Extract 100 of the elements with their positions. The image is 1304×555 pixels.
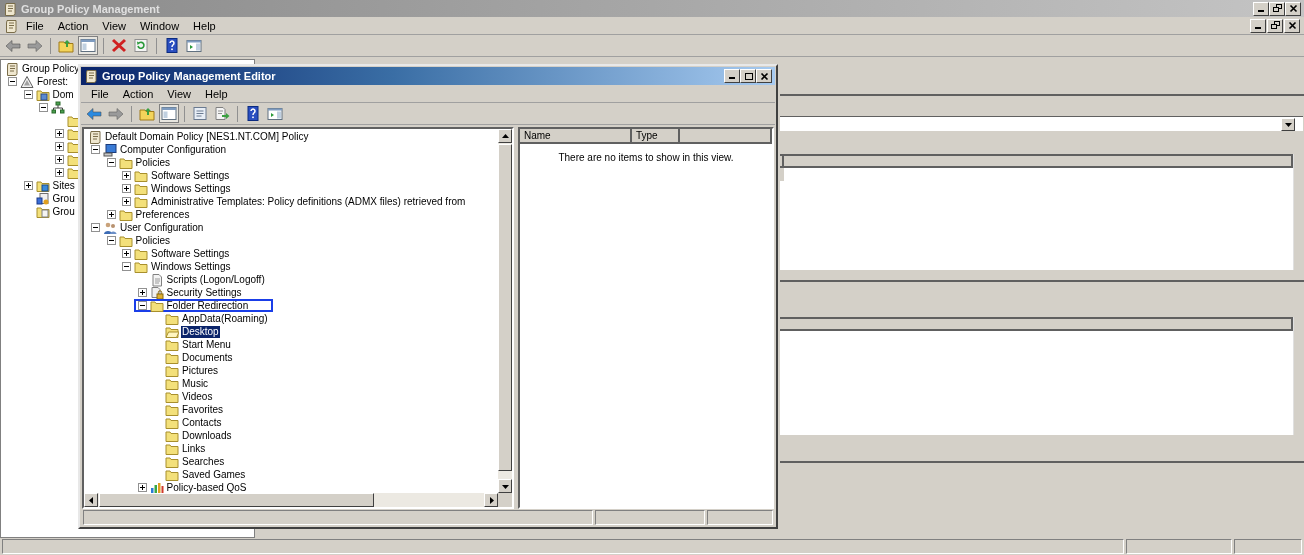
tree-item-label[interactable]: User Configuration bbox=[119, 221, 205, 234]
tree-row[interactable]: Windows Settings bbox=[118, 260, 256, 273]
tree-expander[interactable] bbox=[54, 129, 64, 138]
tree-item-label[interactable]: Computer Configuration bbox=[119, 143, 228, 156]
tree-row[interactable]: Security Settings bbox=[133, 286, 267, 299]
tree-button[interactable] bbox=[159, 104, 179, 123]
menu-item[interactable]: Window bbox=[133, 19, 186, 32]
tree-row[interactable]: Music bbox=[149, 377, 234, 390]
tree-row[interactable]: Links bbox=[149, 442, 231, 455]
tree-expander[interactable] bbox=[137, 301, 147, 310]
tree-item-label[interactable]: Sites bbox=[51, 179, 76, 192]
tree-row[interactable]: Windows Settings bbox=[118, 182, 256, 195]
tree-button[interactable] bbox=[78, 36, 98, 55]
tree-item-label[interactable]: AppData(Roaming) bbox=[181, 312, 269, 325]
column-header[interactable]: Name bbox=[520, 129, 632, 142]
tree-row[interactable]: Computer Configuration bbox=[87, 143, 252, 156]
menu-item[interactable]: View bbox=[96, 19, 132, 32]
tree-item-label[interactable]: Forest: bbox=[36, 75, 70, 88]
tree-item-label[interactable]: Dom bbox=[51, 88, 75, 101]
minimize-button[interactable] bbox=[1250, 18, 1266, 33]
tree-row[interactable]: Software Settings bbox=[118, 169, 255, 182]
tree-expander[interactable] bbox=[106, 236, 116, 245]
tree-row[interactable]: Policies bbox=[102, 156, 195, 169]
tree-expander[interactable] bbox=[106, 210, 116, 219]
tree-item-label[interactable]: Windows Settings bbox=[150, 260, 232, 273]
tree-item-label[interactable]: Policy-based QoS bbox=[165, 481, 248, 493]
maximize-button[interactable] bbox=[740, 69, 756, 83]
tree-expander[interactable] bbox=[137, 288, 147, 297]
vertical-scrollbar[interactable] bbox=[498, 129, 512, 493]
tree-item-label[interactable]: Grou bbox=[51, 205, 76, 218]
tree-expander[interactable] bbox=[122, 262, 131, 271]
column-header[interactable]: Type bbox=[632, 129, 680, 142]
menu-item[interactable]: Action bbox=[116, 87, 160, 100]
tree-expander[interactable] bbox=[8, 77, 17, 86]
tree-item-label[interactable]: Policies bbox=[134, 234, 171, 247]
tree-expander[interactable] bbox=[137, 483, 147, 492]
tree-row[interactable]: Start Menu bbox=[149, 338, 256, 351]
tree-item-label[interactable]: Administrative Templates: Policy definitions (ADMX files) retrieved from bbox=[150, 195, 467, 208]
tree-item-label[interactable]: Desktop bbox=[181, 325, 220, 338]
tree-row[interactable]: Policies bbox=[102, 234, 195, 247]
menu-item[interactable]: File bbox=[85, 87, 115, 100]
tree-row[interactable]: Folder Redirection bbox=[133, 299, 274, 312]
tree-item-label[interactable]: Folder Redirection bbox=[165, 299, 250, 312]
refresh-button[interactable] bbox=[131, 36, 151, 55]
tree-item-label[interactable]: Software Settings bbox=[150, 247, 231, 260]
tree-row[interactable]: Preferences bbox=[102, 208, 215, 221]
tree-row[interactable]: User Configuration bbox=[87, 221, 229, 234]
tree-row[interactable]: Searches bbox=[149, 455, 250, 468]
tree-row[interactable]: AppData(Roaming) bbox=[149, 312, 293, 325]
menu-item[interactable]: Help bbox=[187, 19, 222, 32]
tree-expander[interactable] bbox=[122, 171, 131, 180]
tree-row[interactable]: Desktop bbox=[149, 325, 244, 338]
tree-row[interactable]: Default Domain Policy [NES1.NT.COM] Policy bbox=[85, 130, 334, 143]
menu-item[interactable]: Help bbox=[198, 87, 234, 100]
tree-item-label[interactable]: Software Settings bbox=[150, 169, 231, 182]
tree-row[interactable]: Scripts (Logon/Logoff) bbox=[133, 273, 290, 286]
tree-item-label[interactable]: Group Policy bbox=[21, 62, 81, 75]
tree-expander[interactable] bbox=[122, 249, 131, 258]
tree-row[interactable]: Policy-based QoS bbox=[133, 481, 272, 493]
tree-expander[interactable] bbox=[23, 90, 33, 99]
restore-button[interactable] bbox=[1269, 1, 1285, 16]
tree-item-label[interactable]: Default Domain Policy [NES1.NT.COM] Policy bbox=[104, 130, 310, 143]
tree-row[interactable]: Videos bbox=[149, 390, 238, 403]
tree-expander[interactable] bbox=[39, 103, 48, 112]
tree-expander[interactable] bbox=[54, 168, 64, 177]
tree-item-label[interactable]: Security Settings bbox=[165, 286, 243, 299]
tree-item-label[interactable]: Music bbox=[181, 377, 210, 390]
tree-item-label[interactable]: Contacts bbox=[181, 416, 223, 429]
restore-button[interactable] bbox=[1267, 18, 1283, 33]
tree-item-label[interactable]: Links bbox=[181, 442, 207, 455]
tree-item-label[interactable]: Downloads bbox=[181, 429, 233, 442]
close-button[interactable] bbox=[1285, 1, 1301, 16]
tree-row[interactable]: Software Settings bbox=[118, 247, 255, 260]
minimize-button[interactable] bbox=[1253, 1, 1269, 16]
close-button[interactable] bbox=[1284, 18, 1300, 33]
tree-row[interactable]: Pictures bbox=[149, 364, 244, 377]
tree-item-label[interactable]: Start Menu bbox=[181, 338, 232, 351]
tree-item-label[interactable]: Videos bbox=[181, 390, 214, 403]
tree-expander[interactable] bbox=[91, 223, 100, 232]
tree-expander[interactable] bbox=[122, 184, 131, 193]
tree-item-label[interactable]: Saved Games bbox=[181, 468, 247, 481]
minimize-button[interactable] bbox=[724, 69, 740, 83]
tree-row[interactable]: Contacts bbox=[149, 416, 247, 429]
tree-item-label[interactable]: Documents bbox=[181, 351, 234, 364]
tree-expander[interactable] bbox=[54, 142, 64, 151]
tree-item-label[interactable]: Policies bbox=[134, 156, 171, 169]
tree-row[interactable]: Documents bbox=[149, 351, 258, 364]
tree-item-label[interactable]: Favorites bbox=[181, 403, 225, 416]
tree-row[interactable]: Administrative Templates: Policy definitions (ADMX files) retrieved from bbox=[118, 195, 491, 208]
tree-expander[interactable] bbox=[122, 197, 131, 206]
tree-item-label[interactable]: Scripts (Logon/Logoff) bbox=[165, 273, 266, 286]
delete-button[interactable] bbox=[109, 36, 129, 55]
tree-expander[interactable] bbox=[54, 155, 64, 164]
close-button[interactable] bbox=[756, 69, 772, 83]
menu-item[interactable]: Action bbox=[51, 19, 95, 32]
tree-item-label[interactable]: Searches bbox=[181, 455, 226, 468]
dropdown-field[interactable] bbox=[780, 116, 1303, 131]
tree-item-label[interactable]: Grou bbox=[51, 192, 76, 205]
tree-item-label[interactable]: Windows Settings bbox=[150, 182, 232, 195]
properties-button[interactable] bbox=[190, 104, 210, 123]
